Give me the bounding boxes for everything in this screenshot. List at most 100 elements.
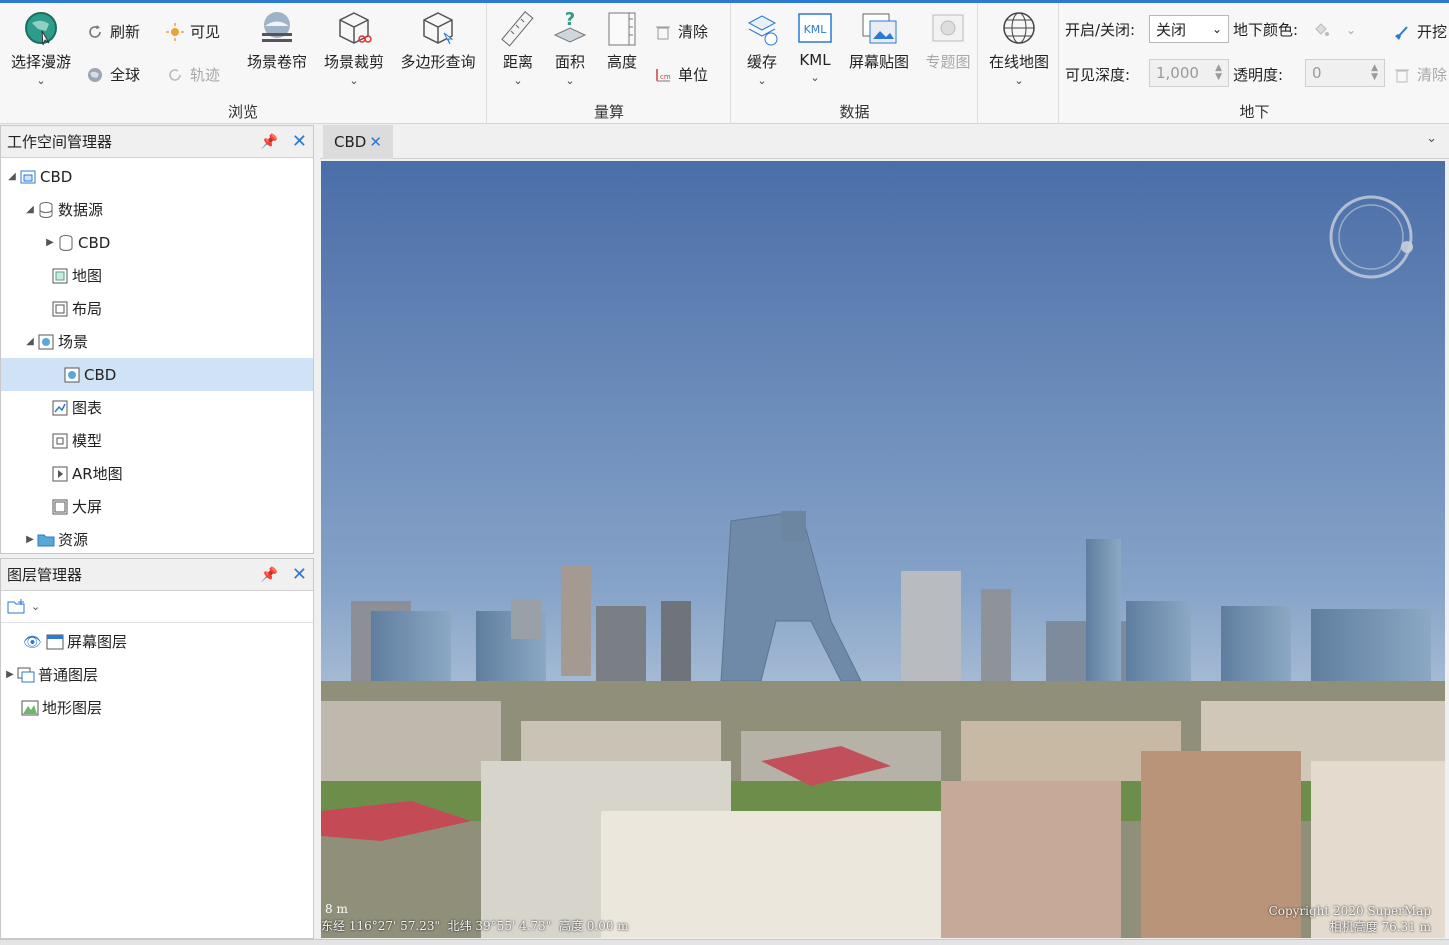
tree-item-datasources[interactable]: ◢ 数据源 [1,193,313,226]
close-icon[interactable]: ✕ [292,565,307,584]
select-roam-label: 选择漫游 [10,53,71,71]
close-icon[interactable]: ✕ [292,132,307,151]
globe-button[interactable]: 全球 [86,64,140,85]
area-label: 面积 [554,53,585,71]
underground-onoff-select[interactable]: 关闭 ⌄ [1149,15,1229,43]
tree-item-label: 资源 [58,531,89,549]
measure-clear-button[interactable]: 清除 [654,21,708,42]
browse-group-label: 浏览 [227,103,258,121]
layout-icon [52,301,68,316]
height-icon [608,12,636,46]
tab-cbd[interactable]: CBD ✕ [323,125,393,159]
layer-item-terrain[interactable]: 地形图层 [1,691,313,724]
layer-item-normal[interactable]: ▶ 普通图层 [1,658,313,691]
tree-item-resources[interactable]: ▶ 资源 [1,523,313,556]
online-map-group: 在线地图 ⌄ [979,3,1059,124]
chart-icon [52,400,68,415]
tree-item-ar-maps[interactable]: AR地图 [1,457,313,490]
close-icon[interactable]: ✕ [369,133,382,151]
model-icon [52,433,68,448]
add-layer-icon[interactable] [7,598,27,616]
thematic-button[interactable]: 专题图 [920,9,976,72]
kml-file-icon: KML [798,13,832,43]
select-roam-button[interactable]: 选择漫游 ⌄ [6,9,76,88]
cache-button[interactable]: 缓存 ⌄ [738,9,786,88]
tree-item-charts[interactable]: 图表 [1,391,313,424]
chevron-down-icon[interactable]: ⌄ [31,600,40,613]
globe-icon [88,67,102,82]
ar-map-icon [52,466,68,481]
tree-collapse-icon[interactable]: ◢ [23,336,37,347]
tree-item-label: CBD [84,365,117,384]
kml-button[interactable]: KML KML ⌄ [792,9,838,85]
layer-item-screen[interactable]: 👁 屏幕图层 [1,625,313,658]
tree-item-workspace-cbd[interactable]: ◢ CBD [1,160,313,193]
tree-item-label: 模型 [72,432,103,450]
underground-clear-button[interactable]: 清除 [1393,64,1447,85]
city-scene-image [321,161,1445,938]
folder-icon [37,534,55,546]
scene-curtain-button[interactable]: 场景卷帘 [240,9,314,72]
height-button[interactable]: 高度 [598,9,646,72]
layer-item-label: 普通图层 [38,666,99,684]
tree-item-label: 大屏 [72,498,103,516]
visible-depth-spinner[interactable]: 1,000 ▲ ▼ [1149,59,1229,87]
screen-overlay-button[interactable]: 屏幕贴图 [844,9,914,72]
tree-item-datasource-cbd[interactable]: ▶ CBD [1,226,313,259]
scene-viewport[interactable]: 8 m Copyright 2020 SuperMap 相机高度 76.31 m… [321,161,1445,938]
layer-item-label: 地形图层 [42,699,103,717]
underground-color-picker[interactable]: ⌄ [1312,21,1356,39]
tree-item-models[interactable]: 模型 [1,424,313,457]
chevron-down-icon: ⌄ [810,71,820,84]
tree-item-big-screens[interactable]: 大屏 [1,490,313,523]
tree-collapse-icon[interactable]: ◢ [5,171,19,182]
underground-clear-label: 清除 [1417,66,1448,84]
tree-expand-icon[interactable]: ▶ [3,669,17,680]
height-label: 高度 [606,53,637,71]
tree-item-scene-cbd[interactable]: CBD [1,358,313,391]
tree-item-maps[interactable]: 地图 [1,259,313,292]
tree-item-layouts[interactable]: 布局 [1,292,313,325]
svg-text:cm: cm [660,73,671,81]
polygon-query-button[interactable]: 多边形查询 [394,9,482,72]
data-group: 缓存 ⌄ KML KML ⌄ 屏幕贴图 专题图 数据 [732,3,978,124]
scale-bar: 8 m [325,902,348,916]
area-button[interactable]: ? 面积 ⌄ [546,9,594,88]
tree-item-label: 布局 [72,300,103,318]
online-map-button[interactable]: 在线地图 ⌄ [983,9,1055,88]
track-button[interactable]: 轨迹 [166,64,220,85]
pin-icon[interactable]: 📌 [260,567,277,583]
area-question-icon: ? [553,9,587,43]
scene-curtain-label: 场景卷帘 [246,53,307,71]
data-group-label: 数据 [839,103,870,121]
tree-collapse-icon[interactable]: ◢ [23,204,37,215]
unit-button[interactable]: cm 单位 [654,64,708,85]
scene-clip-button[interactable]: 场景裁剪 ⌄ [318,9,390,88]
eye-icon[interactable]: 👁 [23,633,42,651]
tree-item-scenes[interactable]: ◢ 场景 [1,325,313,358]
chevron-down-icon: ⌄ [36,74,46,87]
visible-depth-label: 可见深度: [1065,66,1131,84]
map-icon [52,268,68,283]
chevron-down-icon[interactable]: ⌄ [1426,131,1437,146]
ribbon: 选择漫游 ⌄ 刷新 可见 全球 轨迹 场景卷帘 场景裁剪 ⌄ 多边形查询 浏览 … [0,0,1449,124]
globe-label: 全球 [110,66,141,84]
tree-item-label: CBD [78,233,111,252]
scene-icon [64,367,80,382]
opacity-spinner[interactable]: 0 ▲ ▼ [1305,59,1385,87]
compass-navigation-icon[interactable] [1327,193,1415,281]
visible-button[interactable]: 可见 [166,21,220,42]
ruler-icon [501,11,534,47]
dig-button[interactable]: 开挖 [1393,21,1447,42]
distance-button[interactable]: 距离 ⌄ [494,9,542,88]
screen-layer-icon [46,634,64,649]
pin-icon[interactable]: 📌 [260,134,277,150]
unit-label: 单位 [678,66,709,84]
tree-expand-icon[interactable]: ▶ [43,237,57,248]
kml-label: KML [799,51,831,69]
underground-group-label: 地下 [1239,103,1270,121]
underground-onoff-label: 开启/关闭: [1065,21,1136,39]
tree-expand-icon[interactable]: ▶ [23,534,37,545]
visible-depth-value: 1,000 [1156,64,1199,82]
refresh-button[interactable]: 刷新 [86,21,140,42]
